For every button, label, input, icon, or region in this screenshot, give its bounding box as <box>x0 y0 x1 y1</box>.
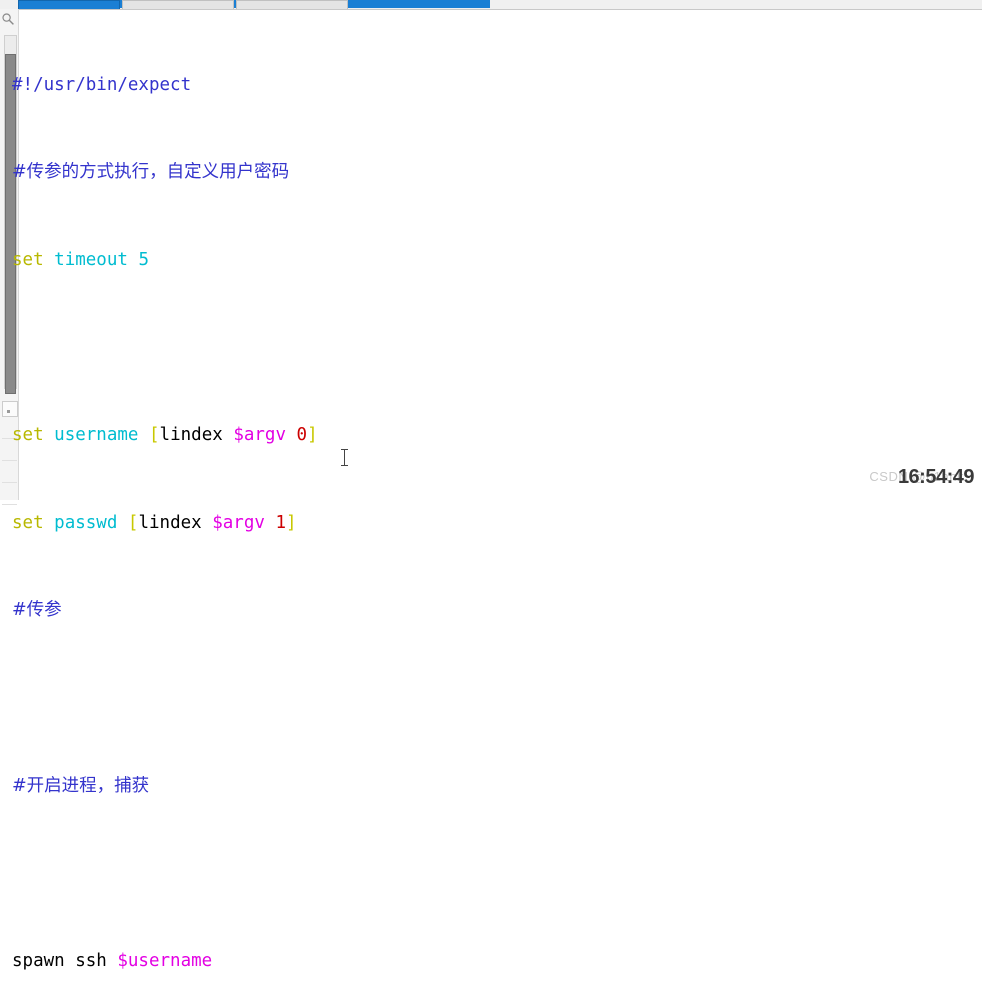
token-bracket-open: [ <box>149 425 160 446</box>
token-cmd-spawn-ssh: spawn ssh <box>12 950 118 971</box>
text-cursor-icon <box>341 449 348 466</box>
token-num-5: 5 <box>138 249 150 270</box>
code-area[interactable]: #!/usr/bin/expect #传参的方式执行，自定义用户密码 set t… <box>12 9 972 971</box>
code-line-4-blank <box>12 338 972 360</box>
code-line-6: set passwd [lindex $argv 1] <box>12 513 972 535</box>
token-var-username: username <box>54 425 139 446</box>
token-var-timeout: timeout <box>54 249 128 270</box>
token-cmd-lindex: lindex <box>159 425 223 446</box>
token-cmd-lindex: lindex <box>138 512 202 533</box>
editor-window: #!/usr/bin/expect #传参的方式执行，自定义用户密码 set t… <box>0 0 982 971</box>
token-comment: #开启进程，捕获 <box>12 775 150 796</box>
token-dollar-argv: $argv <box>212 512 265 533</box>
token-dollar-argv: $argv <box>233 425 286 446</box>
code-line-5: set username [lindex $argv 0] <box>12 425 972 447</box>
token-comment: #传参的方式执行，自定义用户密码 <box>12 162 290 183</box>
token-bracket-close: ] <box>307 425 318 446</box>
code-line-9: #开启进程，捕获 <box>12 776 972 798</box>
code-line-2: #传参的方式执行，自定义用户密码 <box>12 162 972 184</box>
token-var-passwd: passwd <box>54 512 118 533</box>
token-dollar-username: $username <box>117 950 213 971</box>
token-comment: #传参 <box>12 600 62 621</box>
token-keyword-set: set <box>12 512 44 533</box>
token-keyword-set: set <box>12 249 44 270</box>
token-bracket-open: [ <box>127 512 139 533</box>
token-bracket-close: ] <box>286 512 297 533</box>
code-line-7: #传参 <box>12 600 972 622</box>
code-line-11: spawn ssh $username <box>12 951 972 973</box>
code-line-3: set timeout 5 <box>12 250 972 272</box>
code-line-8-blank <box>12 688 972 710</box>
token-num-1: 1 <box>275 512 287 533</box>
token-num-0: 0 <box>296 425 308 446</box>
clock-overlay: 16:54:49 <box>897 466 975 488</box>
token-shebang: #!/usr/bin/expect <box>12 74 192 95</box>
token-keyword-set: set <box>12 425 44 446</box>
code-line-10-blank <box>12 863 972 885</box>
code-line-1: #!/usr/bin/expect <box>12 75 972 97</box>
